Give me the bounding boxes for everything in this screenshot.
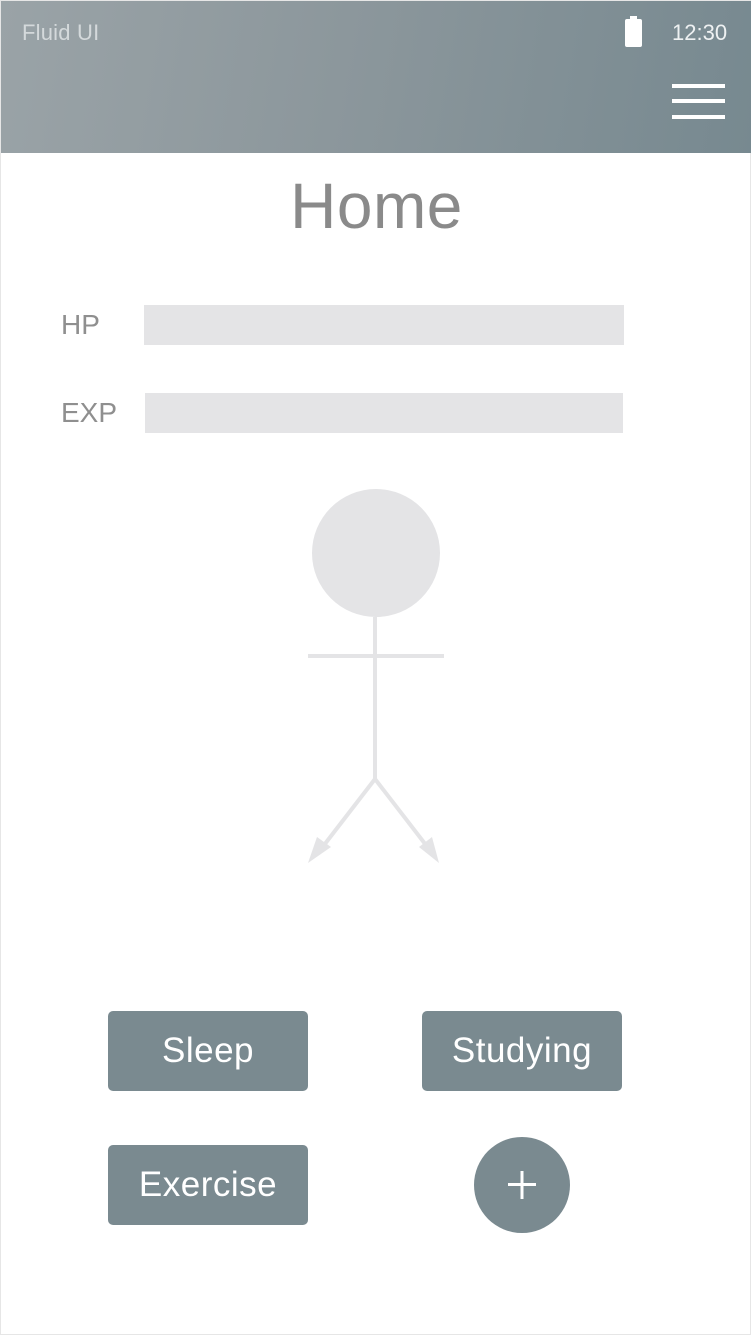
- hamburger-menu-icon[interactable]: [665, 79, 731, 125]
- menu-line: [672, 99, 725, 103]
- header-bar: Fluid UI 12:30: [1, 1, 751, 153]
- app-screen: Fluid UI 12:30 Home HP EXP Sleep Studyin…: [0, 0, 751, 1335]
- status-time: 12:30: [672, 20, 728, 45]
- hp-bar: [144, 305, 624, 345]
- exp-label: EXP: [61, 397, 118, 428]
- battery-icon: [625, 16, 642, 47]
- hp-label: HP: [61, 309, 100, 340]
- menu-line: [672, 84, 725, 88]
- sleep-button[interactable]: Sleep: [108, 1011, 308, 1091]
- exp-bar: [145, 393, 623, 433]
- plus-icon: [508, 1171, 536, 1199]
- stick-figure-icon: [308, 489, 444, 863]
- studying-button[interactable]: Studying: [422, 1011, 622, 1091]
- app-name: Fluid UI: [22, 20, 100, 45]
- menu-line: [672, 115, 725, 119]
- page-title: Home: [290, 170, 463, 242]
- add-activity-button[interactable]: [474, 1137, 570, 1233]
- exercise-button[interactable]: Exercise: [108, 1145, 308, 1225]
